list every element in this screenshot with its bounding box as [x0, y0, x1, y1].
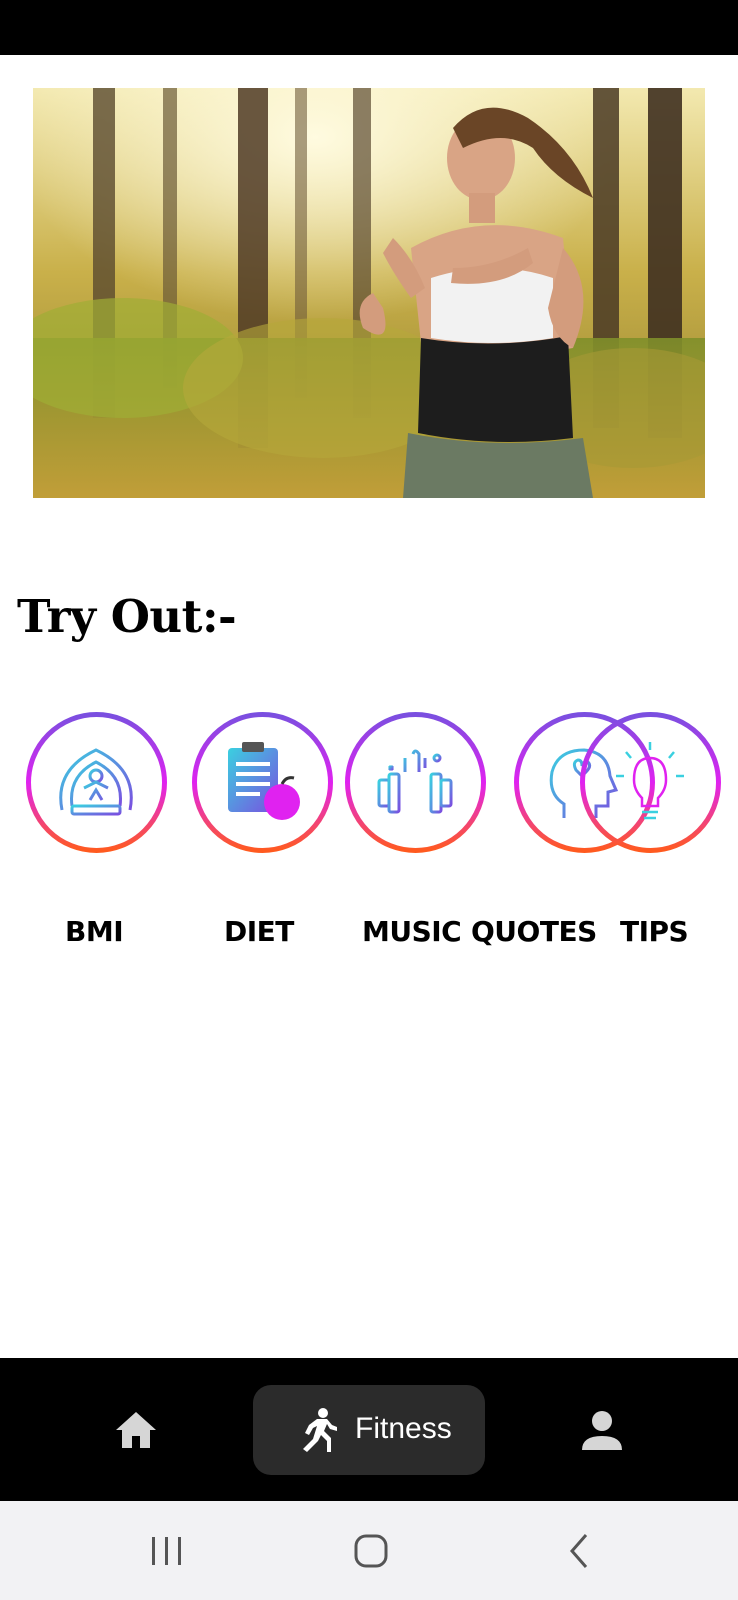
nav-fitness-tab[interactable]: Fitness [253, 1385, 485, 1475]
home-circle-icon [354, 1534, 388, 1568]
tips-lightbulb-icon [616, 742, 684, 820]
diet-button[interactable] [190, 710, 335, 855]
system-home-button[interactable] [353, 1529, 389, 1573]
home-icon [116, 1412, 156, 1448]
tips-label: TIPS [620, 915, 689, 948]
status-bar [0, 0, 738, 55]
nav-profile[interactable] [580, 1408, 624, 1452]
system-nav-bar [0, 1501, 738, 1600]
nav-fitness-label: Fitness [355, 1412, 452, 1445]
music-label: MUSIC [362, 915, 462, 948]
bmi-button[interactable] [24, 710, 169, 855]
person-icon [582, 1411, 622, 1450]
diet-label: DIET [224, 915, 294, 948]
recents-icon [152, 1537, 181, 1565]
tips-button[interactable] [578, 710, 723, 855]
back-button[interactable] [566, 1529, 592, 1573]
nav-home[interactable] [112, 1408, 160, 1452]
running-person-icon [303, 1408, 337, 1452]
hero-image [33, 88, 705, 498]
recents-button[interactable] [150, 1529, 184, 1573]
section-title: Try Out:- [17, 590, 237, 643]
bmi-label: BMI [65, 915, 124, 948]
quotes-label: QUOTES [471, 915, 597, 948]
bottom-nav: Fitness [0, 1358, 738, 1501]
back-chevron-icon [570, 1534, 588, 1568]
music-button[interactable] [343, 710, 488, 855]
